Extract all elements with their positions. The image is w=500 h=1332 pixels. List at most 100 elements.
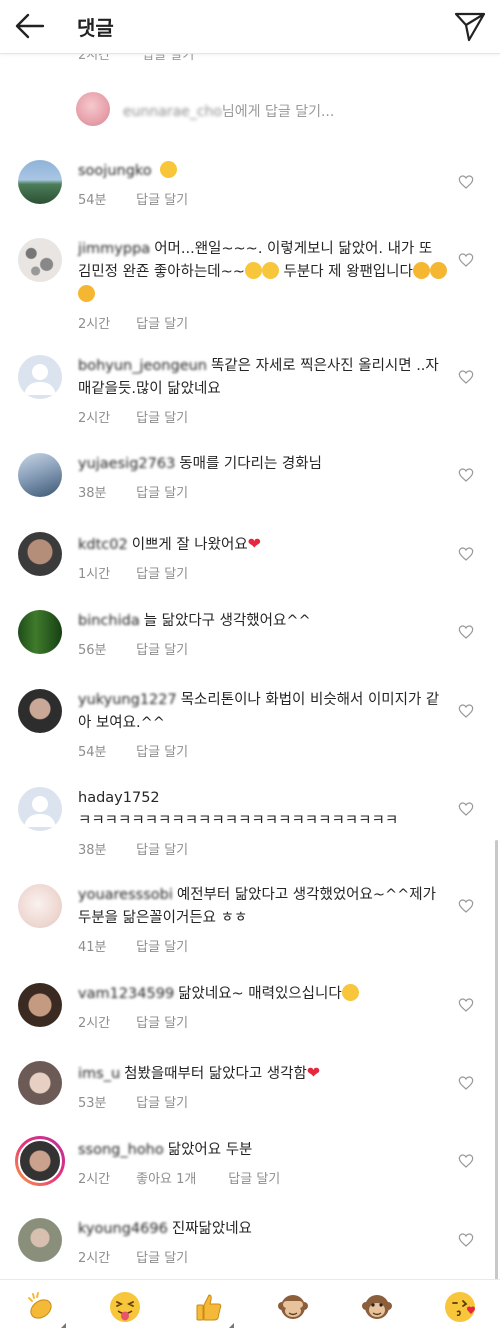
heart-icon[interactable] (458, 898, 474, 914)
back-arrow-icon[interactable] (12, 8, 48, 44)
reply-link[interactable]: 답글 달기 (136, 482, 188, 501)
comment-meta: 2시간 답글 달기 (78, 1247, 450, 1266)
comment-time: 38분 (78, 486, 107, 501)
avatar[interactable] (18, 453, 62, 497)
reply-link[interactable]: 답글 달기 (136, 741, 188, 760)
heart-icon[interactable] (458, 467, 474, 483)
comment-username[interactable]: soojungko (78, 163, 152, 179)
likes-count[interactable]: 좋아요 1개 (136, 1168, 224, 1187)
heart-icon[interactable] (458, 624, 474, 640)
heart-icon[interactable] (458, 1075, 474, 1091)
comment-meta: 1시간 답글 달기 (78, 563, 450, 582)
comment-username[interactable]: haday1752 (78, 787, 446, 810)
heart-icon[interactable] (458, 174, 474, 190)
comment-username[interactable]: yujaesig2763 (78, 456, 175, 472)
comment-text: jimmyppa 어머...왠일~~~. 이렇게보니 닮았어. 내가 또 김민정 … (78, 238, 450, 307)
kiss-emoji[interactable] (444, 1290, 478, 1324)
comment-username[interactable]: kdtc02 (78, 537, 128, 553)
heart-icon[interactable] (458, 1232, 474, 1248)
comment-username[interactable]: bohyun_jeongeun (78, 358, 207, 374)
comment-body: 이쁘게 잘 나왔어요 (131, 537, 248, 553)
reply-link[interactable]: 답글 달기 (136, 1092, 188, 1111)
comment-username[interactable]: ssong_hoho (78, 1142, 164, 1158)
tongue-face-icon (110, 1292, 140, 1322)
avatar[interactable] (18, 1218, 62, 1262)
comment-time: 56분 (78, 643, 107, 658)
heart-icon[interactable] (458, 369, 474, 385)
comment-text: kyoung4696 진짜닮았네요 (78, 1218, 450, 1241)
comment-text: vam1234599 닮았네요~ 매력있으십니다 (78, 983, 450, 1006)
thumbs-up-emoji[interactable] (192, 1290, 234, 1328)
smiling-face-emoji (261, 262, 279, 279)
comment-text: kdtc02 이쁘게 잘 나왔어요❤ (78, 532, 450, 557)
avatar[interactable] (18, 884, 62, 928)
comment-text: haday1752 ㅋㅋㅋㅋㅋㅋㅋㅋㅋㅋㅋㅋㅋㅋㅋㅋㅋㅋㅋㅋㅋㅋㅋㅋ (78, 787, 450, 833)
comment-time: 1시간 (78, 567, 111, 582)
comment-text: ims_u 첨봤을때부터 닮았다고 생각함❤ (78, 1061, 450, 1086)
clap-emoji[interactable] (24, 1290, 66, 1328)
monkey-face-icon (362, 1295, 392, 1319)
comment-username[interactable]: youaresssobi (78, 887, 173, 903)
reply-link[interactable]: 답글 달기 (136, 313, 188, 332)
see-no-evil-monkey-icon (278, 1295, 308, 1319)
reply-prompt-row[interactable]: eunnarae_cho님에게 답글 달기... (76, 92, 476, 128)
tongue-emoji[interactable] (108, 1290, 142, 1324)
reply-link[interactable]: 답글 달기 (136, 936, 188, 955)
avatar[interactable] (18, 160, 62, 204)
avatar[interactable] (18, 355, 62, 399)
comment-username[interactable]: vam1234599 (78, 986, 174, 1002)
reply-link[interactable]: 답글 달기 (136, 1247, 188, 1266)
reply-username: eunnarae_cho (123, 104, 222, 120)
heart-eyes-emoji (78, 285, 95, 302)
comment-time: 2시간 (78, 1251, 111, 1266)
avatar[interactable] (18, 983, 62, 1027)
heart-icon[interactable] (458, 546, 474, 562)
red-heart-emoji: ❤ (306, 1063, 321, 1082)
avatar[interactable] (15, 1136, 65, 1186)
reply-link[interactable]: 답글 달기 (136, 639, 188, 658)
scrollbar[interactable] (495, 840, 498, 1280)
heart-icon[interactable] (458, 997, 474, 1013)
comment-time: 53분 (78, 1096, 107, 1111)
comment-username[interactable]: binchida (78, 613, 140, 629)
comment-username[interactable]: kyoung4696 (78, 1221, 168, 1237)
comment-body: 닮았어요 두분 (167, 1142, 253, 1158)
avatar[interactable] (18, 532, 62, 576)
comment-meta: 38분 답글 달기 (78, 482, 450, 501)
reply-link[interactable]: 답글 달기 (136, 563, 188, 582)
reply-link[interactable]: 답글 달기 (136, 839, 188, 858)
reply-link[interactable]: 답글 달기 (136, 1012, 188, 1031)
monkey-emoji[interactable] (360, 1290, 394, 1324)
comment-time: 2시간 (78, 411, 111, 426)
avatar[interactable] (18, 238, 62, 282)
comment-body-continued: 두분다 제 왕팬입니다 (278, 264, 413, 280)
avatar[interactable] (18, 610, 62, 654)
heart-icon[interactable] (458, 801, 474, 817)
avatar[interactable] (18, 1061, 62, 1105)
app-header: 댓글 (0, 0, 500, 54)
heart-icon[interactable] (458, 252, 474, 268)
comment-text: bohyun_jeongeun 똑같은 자세로 찍은사진 올리시면 ..자매같을듯… (78, 355, 450, 401)
comment-meta: 41분 답글 달기 (78, 936, 450, 955)
avatar[interactable] (18, 787, 62, 831)
avatar[interactable] (18, 689, 62, 733)
comment-username[interactable]: jimmyppa (78, 241, 150, 257)
comment-username[interactable]: yukyung1227 (78, 692, 177, 708)
comment-meta: 53분 답글 달기 (78, 1092, 450, 1111)
comment-body: 진짜닮았네요 (171, 1221, 252, 1237)
heart-icon[interactable] (458, 703, 474, 719)
comment-meta: 2시간 답글 달기 (78, 313, 450, 332)
comment-username[interactable]: ims_u (78, 1066, 120, 1082)
comment-time: 2시간 (78, 317, 111, 332)
heart-icon[interactable] (458, 1153, 474, 1169)
reply-link[interactable]: 답글 달기 (228, 1168, 280, 1187)
direct-send-icon[interactable] (452, 8, 488, 44)
see-no-evil-monkey-emoji[interactable] (276, 1290, 310, 1324)
comment-meta: 38분 답글 달기 (78, 839, 450, 858)
red-heart-emoji: ❤ (247, 534, 262, 553)
reply-prompt-text[interactable]: eunnarae_cho님에게 답글 달기... (123, 101, 334, 121)
default-avatar-icon (24, 364, 56, 395)
comment-body: 늘 닮았다구 생각했어요^^ (143, 613, 311, 629)
reply-link[interactable]: 답글 달기 (136, 407, 188, 426)
reply-link[interactable]: 답글 달기 (136, 189, 188, 208)
